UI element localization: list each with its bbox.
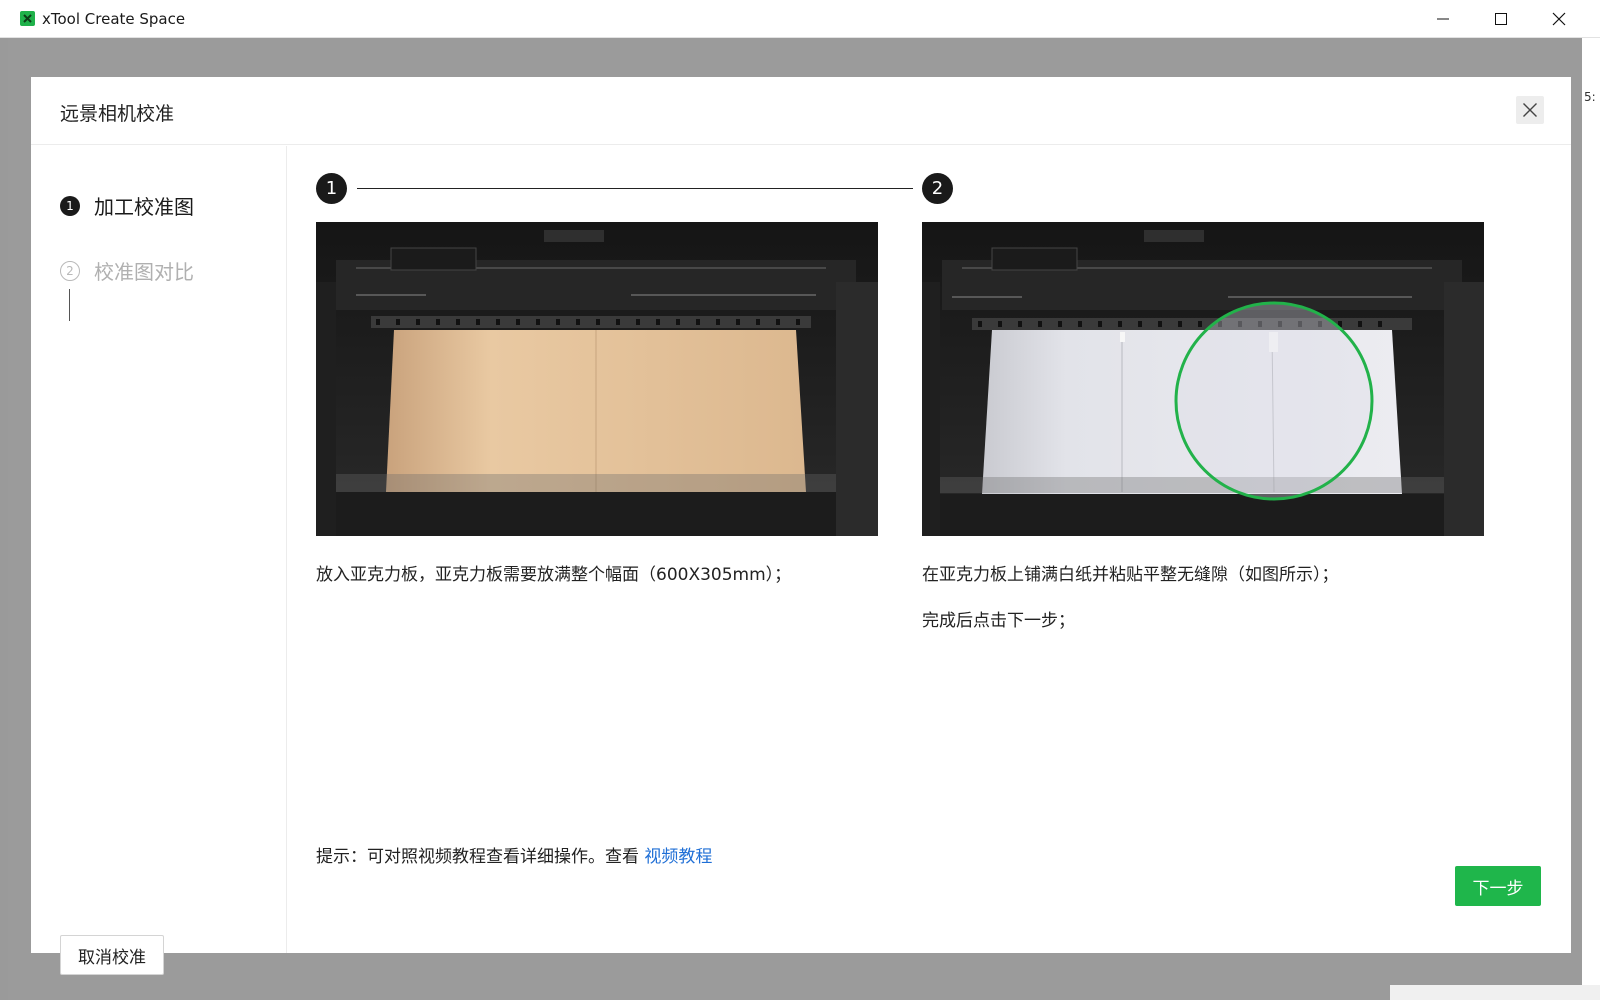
- background-window-edge-bottom: [1390, 985, 1600, 1000]
- step-item-process-calibration: 1 加工校准图: [60, 191, 194, 220]
- dialog-close-button[interactable]: [1516, 96, 1544, 124]
- dialog-header: 远景相机校准: [31, 77, 1571, 145]
- video-tutorial-link[interactable]: 视频教程: [644, 847, 712, 867]
- step-marker-2: 2: [922, 173, 953, 204]
- step-number-1: 1: [60, 195, 80, 216]
- steps-sidebar: 1 加工校准图 2 校准图对比 取消校准: [31, 146, 287, 975]
- window-titlebar: xTool Create Space: [0, 0, 1600, 38]
- camera-calibration-dialog: 远景相机校准 1 加工校准图 2 校准图对比 取消校准 1 2 放入亚克力板，亚…: [31, 77, 1571, 975]
- step2-caption-next: 完成后点击下一步；: [922, 611, 1075, 631]
- background-window-edge: 5:: [1582, 38, 1600, 1000]
- close-icon: [1523, 103, 1537, 117]
- acrylic-board-photo: [316, 222, 878, 536]
- close-icon[interactable]: [1542, 4, 1576, 34]
- calibration-content: 1 2 放入亚克力板，亚克力板需要放满整个幅面（600X305mm）； 在亚克力…: [287, 146, 1571, 953]
- next-step-button[interactable]: 下一步: [1455, 866, 1541, 906]
- hint-prefix: 提示：可对照视频教程查看详细操作。查看: [316, 847, 645, 867]
- minimize-icon[interactable]: [1426, 4, 1460, 34]
- dialog-title: 远景相机校准: [60, 103, 175, 125]
- xtool-logo-icon: [20, 11, 35, 26]
- maximize-icon[interactable]: [1484, 4, 1518, 34]
- white-paper-photo: [922, 222, 1484, 536]
- hint-text: 提示：可对照视频教程查看详细操作。查看 视频教程: [316, 842, 712, 867]
- background-text: 5:: [1584, 90, 1596, 104]
- step1-caption: 放入亚克力板，亚克力板需要放满整个幅面（600X305mm）；: [316, 565, 792, 585]
- step-label-1: 加工校准图: [94, 195, 194, 219]
- step2-caption: 在亚克力板上铺满白纸并粘贴平整无缝隙（如图所示）；: [922, 565, 1339, 585]
- step-item-compare-calibration: 2 校准图对比: [60, 256, 194, 285]
- step-label-2: 校准图对比: [94, 260, 194, 284]
- step-connector: [69, 289, 70, 321]
- highlight-circle: [1174, 301, 1374, 501]
- window-title: xTool Create Space: [42, 10, 186, 28]
- marker-connector-line: [357, 188, 913, 189]
- cancel-calibration-button[interactable]: 取消校准: [60, 935, 164, 975]
- step-number-2: 2: [60, 260, 80, 281]
- step-marker-1: 1: [316, 173, 347, 204]
